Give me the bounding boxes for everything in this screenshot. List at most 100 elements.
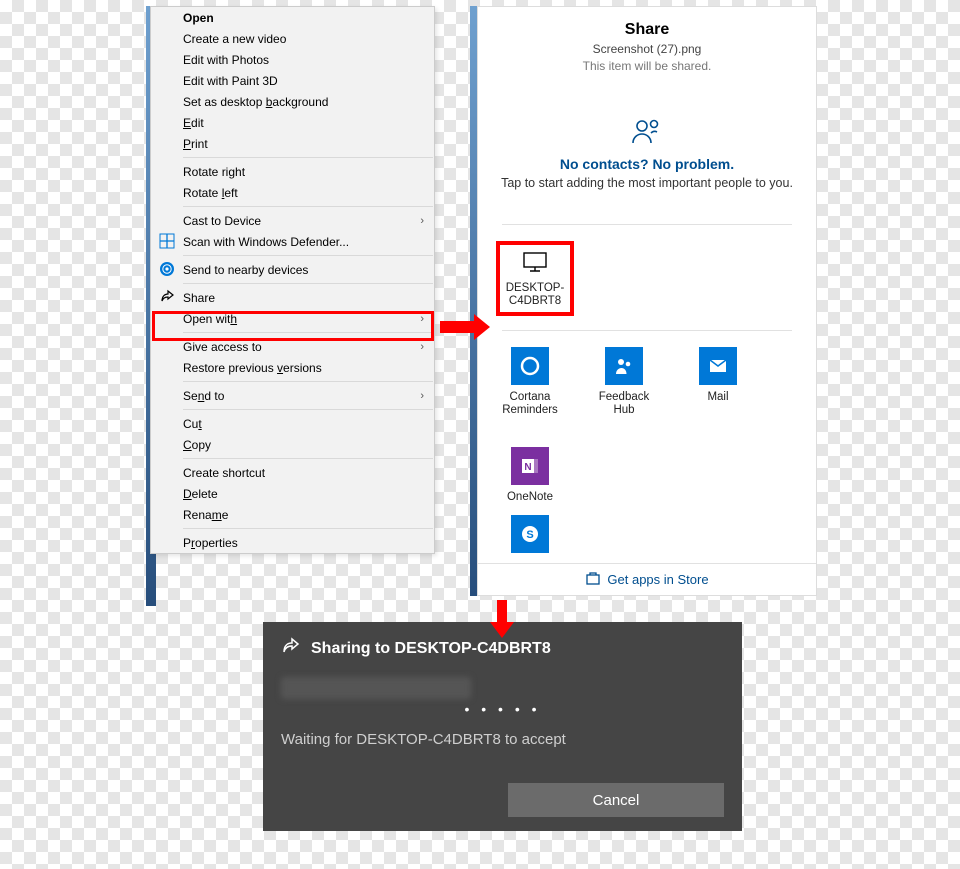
- separator: [183, 381, 433, 382]
- app-label: Mail: [707, 391, 728, 404]
- separator: [183, 458, 433, 459]
- chevron-right-icon: ›: [420, 313, 424, 325]
- ctx-create-video[interactable]: Create a new video: [151, 28, 434, 49]
- ctx-give-access[interactable]: Give access to›: [151, 336, 434, 357]
- label: Restore previous versions: [183, 361, 322, 375]
- label: Give access to: [183, 340, 262, 354]
- ctx-edit-photos[interactable]: Edit with Photos: [151, 49, 434, 70]
- ctx-share[interactable]: Share: [151, 287, 434, 308]
- label: Properties: [183, 536, 238, 550]
- chevron-right-icon: ›: [420, 215, 424, 227]
- label: Print: [183, 137, 208, 151]
- app-skype[interactable]: S: [498, 515, 562, 553]
- file-context-menu: Open Create a new video Edit with Photos…: [150, 6, 435, 554]
- label: Create shortcut: [183, 466, 265, 480]
- ctx-open[interactable]: Open: [151, 7, 434, 28]
- chevron-right-icon: ›: [420, 390, 424, 402]
- share-apps-row-2: S: [478, 515, 816, 553]
- label: Create a new video: [183, 32, 286, 46]
- app-label: Cortana Reminders: [498, 391, 562, 416]
- label: Scan with Windows Defender...: [183, 235, 349, 249]
- ctx-rotate-left[interactable]: Rotate left: [151, 182, 434, 203]
- ctx-delete[interactable]: Delete: [151, 483, 434, 504]
- share-icon: [159, 289, 175, 305]
- label: Edit with Paint 3D: [183, 74, 278, 88]
- ctx-cut[interactable]: Cut: [151, 413, 434, 434]
- device-name: DESKTOP-C4DBRT8: [502, 282, 568, 308]
- monitor-icon: [522, 251, 548, 278]
- ctx-rename[interactable]: Rename: [151, 504, 434, 525]
- label: Delete: [183, 487, 218, 501]
- app-label: Feedback Hub: [592, 391, 656, 416]
- share-title: Share: [625, 21, 669, 39]
- label: Send to: [183, 389, 224, 403]
- toast-waiting-text: Waiting for DESKTOP-C4DBRT8 to accept: [281, 731, 724, 748]
- label: Edit with Photos: [183, 53, 269, 67]
- ctx-restore-versions[interactable]: Restore previous versions: [151, 357, 434, 378]
- separator: [183, 157, 433, 158]
- ctx-edit[interactable]: Edit: [151, 112, 434, 133]
- app-mail[interactable]: Mail: [686, 347, 750, 416]
- label: Rename: [183, 508, 228, 522]
- ctx-create-shortcut[interactable]: Create shortcut: [151, 462, 434, 483]
- cancel-button[interactable]: Cancel: [508, 783, 724, 817]
- label: Edit: [183, 116, 204, 130]
- app-feedback[interactable]: Feedback Hub: [592, 347, 656, 416]
- nearby-icon: [159, 261, 175, 277]
- share-flyout: Share Screenshot (27).png This item will…: [477, 6, 817, 596]
- ctx-cast[interactable]: Cast to Device ›: [151, 210, 434, 231]
- label: Share: [183, 291, 215, 305]
- get-apps-store-link[interactable]: Get apps in Store: [478, 563, 816, 595]
- label: Open with: [183, 312, 237, 326]
- ctx-properties[interactable]: Properties: [151, 532, 434, 553]
- store-label: Get apps in Store: [607, 572, 708, 587]
- defender-shield-icon: [159, 233, 175, 249]
- toast-blurred-filename: [281, 677, 471, 699]
- label: Send to nearby devices: [183, 263, 308, 277]
- app-onenote[interactable]: N OneNote: [498, 447, 562, 504]
- progress-dots: • • • • •: [281, 701, 724, 717]
- share-subtitle: This item will be shared.: [583, 59, 712, 73]
- cortana-icon: [511, 347, 549, 385]
- label: Cast to Device: [183, 214, 261, 228]
- annotation-arrow-to-toast: [490, 600, 514, 638]
- store-icon: [585, 570, 601, 589]
- ctx-print[interactable]: Print: [151, 133, 434, 154]
- separator: [183, 409, 433, 410]
- label: Rotate right: [183, 165, 245, 179]
- separator: [183, 283, 433, 284]
- ctx-set-background[interactable]: Set as desktop background: [151, 91, 434, 112]
- divider: [502, 224, 793, 225]
- mail-icon: [699, 347, 737, 385]
- nearby-device-tile[interactable]: DESKTOP-C4DBRT8: [496, 241, 574, 316]
- toast-title: Sharing to DESKTOP-C4DBRT8: [311, 640, 551, 658]
- ctx-nearby[interactable]: Send to nearby devices: [151, 259, 434, 280]
- separator: [183, 332, 433, 333]
- skype-icon: S: [511, 515, 549, 553]
- ctx-send-to[interactable]: Send to ›: [151, 385, 434, 406]
- ctx-rotate-right[interactable]: Rotate right: [151, 161, 434, 182]
- no-contacts-hint: Tap to start adding the most important p…: [489, 176, 805, 190]
- label: Rotate left: [183, 186, 238, 200]
- ctx-defender[interactable]: Scan with Windows Defender...: [151, 231, 434, 252]
- divider: [502, 330, 793, 331]
- onenote-icon: N: [511, 447, 549, 485]
- share-apps-row: Cortana Reminders Feedback Hub Mail N On…: [478, 347, 816, 503]
- separator: [183, 528, 433, 529]
- ctx-open-with[interactable]: Open with ›: [151, 308, 434, 329]
- label: Cut: [183, 417, 202, 431]
- ctx-copy[interactable]: Copy: [151, 434, 434, 455]
- ctx-open-label: Open: [183, 11, 214, 25]
- cancel-label: Cancel: [593, 792, 640, 809]
- svg-text:N: N: [524, 462, 531, 473]
- no-contacts-heading: No contacts? No problem.: [560, 156, 734, 172]
- separator: [183, 255, 433, 256]
- feedback-icon: [605, 347, 643, 385]
- contacts-icon: [630, 117, 664, 150]
- sharing-toast: Sharing to DESKTOP-C4DBRT8 • • • • • Wai…: [263, 622, 742, 831]
- annotation-arrow-to-share-panel: [440, 314, 490, 340]
- ctx-edit-paint3d[interactable]: Edit with Paint 3D: [151, 70, 434, 91]
- svg-text:S: S: [526, 529, 533, 541]
- label: Set as desktop background: [183, 95, 328, 109]
- app-cortana[interactable]: Cortana Reminders: [498, 347, 562, 416]
